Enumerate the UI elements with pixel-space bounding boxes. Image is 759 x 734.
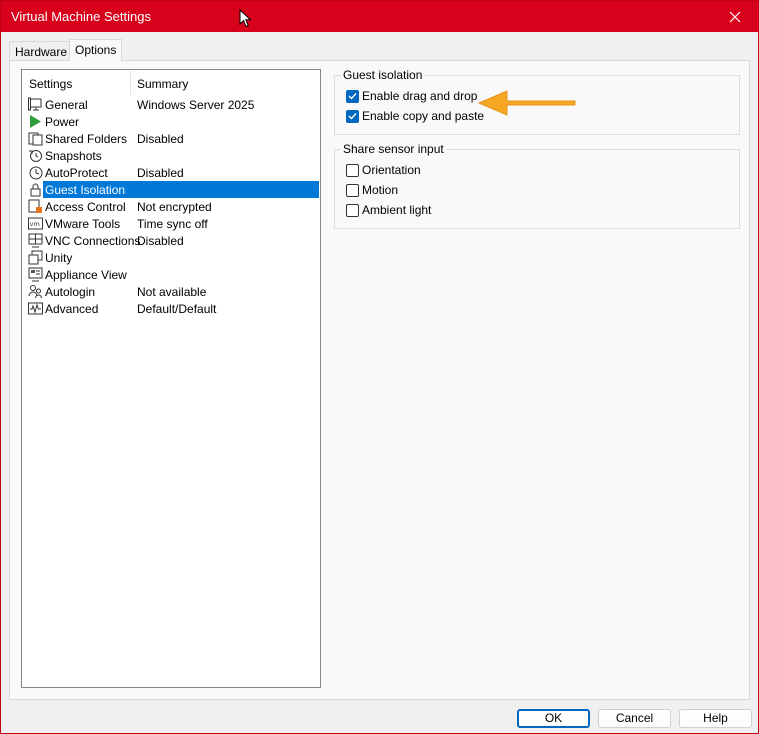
vnc-icon bbox=[28, 233, 43, 248]
list-item-autoprotect[interactable]: AutoProtect Disabled bbox=[22, 164, 320, 181]
power-play-icon bbox=[30, 115, 41, 128]
item-name: AutoProtect bbox=[45, 166, 108, 180]
column-header-settings[interactable]: Settings bbox=[29, 77, 72, 91]
ambient-light-checkbox[interactable] bbox=[346, 203, 359, 217]
item-name: VMware Tools bbox=[45, 217, 121, 231]
item-name: General bbox=[45, 98, 88, 112]
copy-paste-checkbox[interactable] bbox=[346, 109, 359, 123]
drag-drop-label[interactable]: Enable drag and drop bbox=[362, 89, 477, 103]
group-title: Guest isolation bbox=[341, 68, 425, 82]
motion-checkbox[interactable] bbox=[346, 183, 359, 197]
drag-drop-checkbox[interactable] bbox=[346, 89, 359, 103]
settings-list[interactable]: Settings Summary General Windows Server … bbox=[21, 69, 321, 688]
item-name: Snapshots bbox=[45, 149, 102, 163]
list-item-snapshots[interactable]: Snapshots bbox=[22, 147, 320, 164]
list-item-appliance-view[interactable]: Appliance View bbox=[22, 266, 320, 283]
list-item-autologin[interactable]: Autologin Not available bbox=[22, 283, 320, 300]
item-summary: Disabled bbox=[137, 166, 184, 180]
column-divider[interactable] bbox=[130, 71, 131, 95]
clock-icon bbox=[29, 166, 43, 180]
vmware-tools-icon: vm bbox=[28, 217, 43, 230]
list-item-guest-isolation[interactable]: Guest Isolation bbox=[22, 181, 320, 198]
mouse-cursor-icon bbox=[239, 9, 252, 28]
item-summary: Not available bbox=[137, 285, 207, 299]
list-item-general[interactable]: General Windows Server 2025 bbox=[22, 96, 320, 113]
item-summary: Default/Default bbox=[137, 302, 217, 316]
motion-option[interactable]: Motion bbox=[346, 182, 398, 198]
monitor-icon bbox=[28, 97, 42, 111]
close-icon bbox=[729, 11, 741, 22]
item-summary: Disabled bbox=[137, 234, 184, 248]
appliance-view-icon bbox=[28, 267, 43, 282]
item-name: VNC Connections bbox=[45, 234, 141, 248]
checkmark-icon bbox=[348, 113, 357, 120]
ok-button[interactable]: OK bbox=[517, 709, 590, 728]
users-icon bbox=[28, 285, 42, 299]
motion-label[interactable]: Motion bbox=[362, 183, 398, 197]
orientation-option[interactable]: Orientation bbox=[346, 162, 421, 178]
list-item-vnc-connections[interactable]: VNC Connections Disabled bbox=[22, 232, 320, 249]
column-header-summary[interactable]: Summary bbox=[137, 77, 188, 91]
sensor-input-group: Share sensor input Orientation Motion Am… bbox=[334, 142, 740, 229]
unity-icon bbox=[28, 250, 43, 265]
tab-hardware[interactable]: Hardware bbox=[9, 41, 74, 60]
item-summary: Time sync off bbox=[137, 217, 208, 231]
access-control-icon bbox=[28, 199, 42, 213]
settings-window: Virtual Machine Settings Hardware Option… bbox=[0, 0, 759, 734]
lock-icon bbox=[30, 183, 41, 197]
item-name: Guest Isolation bbox=[45, 183, 126, 197]
orientation-checkbox[interactable] bbox=[346, 163, 359, 177]
title-bar[interactable]: Virtual Machine Settings bbox=[1, 1, 758, 32]
shared-folders-icon bbox=[28, 132, 43, 146]
orientation-label[interactable]: Orientation bbox=[362, 163, 421, 177]
list-item-shared-folders[interactable]: Shared Folders Disabled bbox=[22, 130, 320, 147]
svg-text:vm: vm bbox=[30, 220, 40, 228]
group-title: Share sensor input bbox=[341, 142, 446, 156]
list-item-vmware-tools[interactable]: vm VMware Tools Time sync off bbox=[22, 215, 320, 232]
checkmark-icon bbox=[348, 93, 357, 100]
list-item-advanced[interactable]: Advanced Default/Default bbox=[22, 300, 320, 317]
item-name: Power bbox=[45, 115, 80, 129]
orange-arrow-annotation bbox=[478, 90, 576, 116]
close-button[interactable] bbox=[712, 1, 758, 32]
item-summary: Disabled bbox=[137, 132, 184, 146]
item-name: Appliance View bbox=[45, 268, 127, 282]
list-header: Settings Summary bbox=[22, 71, 320, 95]
item-name: Autologin bbox=[45, 285, 96, 299]
list-item-power[interactable]: Power bbox=[22, 113, 320, 130]
item-name: Advanced bbox=[45, 302, 99, 316]
item-summary: Not encrypted bbox=[137, 200, 212, 214]
item-summary: Windows Server 2025 bbox=[137, 98, 255, 112]
list-item-unity[interactable]: Unity bbox=[22, 249, 320, 266]
drag-drop-option[interactable]: Enable drag and drop bbox=[346, 88, 477, 104]
item-name: Shared Folders bbox=[45, 132, 128, 146]
list-item-access-control[interactable]: Access Control Not encrypted bbox=[22, 198, 320, 215]
ambient-light-label[interactable]: Ambient light bbox=[362, 203, 431, 217]
ambient-light-option[interactable]: Ambient light bbox=[346, 202, 431, 218]
copy-paste-label[interactable]: Enable copy and paste bbox=[362, 109, 484, 123]
waveform-icon bbox=[28, 302, 43, 315]
tab-options[interactable]: Options bbox=[69, 39, 123, 61]
snapshots-icon bbox=[29, 150, 42, 162]
item-name: Access Control bbox=[45, 200, 126, 214]
item-name: Unity bbox=[45, 251, 73, 265]
cancel-button[interactable]: Cancel bbox=[598, 709, 671, 728]
copy-paste-option[interactable]: Enable copy and paste bbox=[346, 108, 484, 124]
help-button[interactable]: Help bbox=[679, 709, 752, 728]
window-title: Virtual Machine Settings bbox=[11, 9, 151, 24]
